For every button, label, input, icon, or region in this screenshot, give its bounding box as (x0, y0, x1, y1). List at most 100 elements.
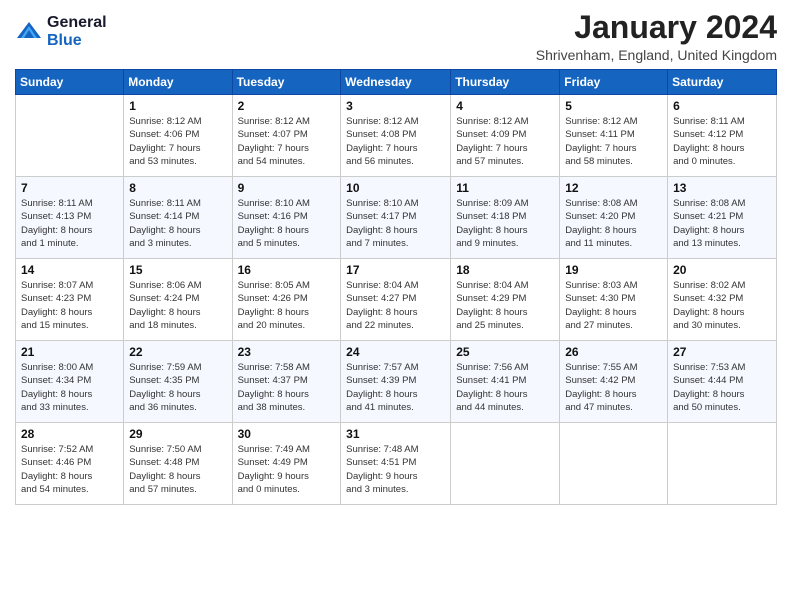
day-info: Sunrise: 8:12 AM Sunset: 4:07 PM Dayligh… (238, 115, 336, 168)
day-number: 8 (129, 181, 226, 195)
day-info: Sunrise: 7:55 AM Sunset: 4:42 PM Dayligh… (565, 361, 662, 414)
calendar-cell: 14Sunrise: 8:07 AM Sunset: 4:23 PM Dayli… (16, 259, 124, 341)
day-info: Sunrise: 8:11 AM Sunset: 4:13 PM Dayligh… (21, 197, 118, 250)
day-info: Sunrise: 7:52 AM Sunset: 4:46 PM Dayligh… (21, 443, 118, 496)
calendar-cell (560, 423, 668, 505)
day-number: 4 (456, 99, 554, 113)
day-number: 10 (346, 181, 445, 195)
day-number: 16 (238, 263, 336, 277)
day-number: 13 (673, 181, 771, 195)
day-number: 26 (565, 345, 662, 359)
day-info: Sunrise: 8:02 AM Sunset: 4:32 PM Dayligh… (673, 279, 771, 332)
page: General Blue January 2024 Shrivenham, En… (0, 0, 792, 612)
calendar-cell: 6 Sunrise: 8:11 AM Sunset: 4:12 PM Daylig… (668, 95, 777, 177)
day-info: Sunrise: 8:08 AM Sunset: 4:20 PM Dayligh… (565, 197, 662, 250)
day-info: Sunrise: 8:12 AM Sunset: 4:09 PM Dayligh… (456, 115, 554, 168)
month-title: January 2024 (536, 10, 777, 45)
day-info: Sunrise: 7:58 AM Sunset: 4:37 PM Dayligh… (238, 361, 336, 414)
day-header-friday: Friday (560, 70, 668, 95)
day-number: 24 (346, 345, 445, 359)
day-number: 21 (21, 345, 118, 359)
calendar-cell (668, 423, 777, 505)
day-info: Sunrise: 7:59 AM Sunset: 4:35 PM Dayligh… (129, 361, 226, 414)
calendar-cell: 15Sunrise: 8:06 AM Sunset: 4:24 PM Dayli… (124, 259, 232, 341)
day-info: Sunrise: 8:04 AM Sunset: 4:29 PM Dayligh… (456, 279, 554, 332)
day-number: 6 (673, 99, 771, 113)
calendar-week-row: 21Sunrise: 8:00 AM Sunset: 4:34 PM Dayli… (16, 341, 777, 423)
calendar-week-row: 1 Sunrise: 8:12 AM Sunset: 4:06 PM Daylig… (16, 95, 777, 177)
day-number: 2 (238, 99, 336, 113)
calendar-cell: 4 Sunrise: 8:12 AM Sunset: 4:09 PM Daylig… (451, 95, 560, 177)
day-number: 28 (21, 427, 118, 441)
calendar-cell: 11Sunrise: 8:09 AM Sunset: 4:18 PM Dayli… (451, 177, 560, 259)
calendar-cell: 7 Sunrise: 8:11 AM Sunset: 4:13 PM Daylig… (16, 177, 124, 259)
day-number: 27 (673, 345, 771, 359)
day-header-thursday: Thursday (451, 70, 560, 95)
calendar-cell: 26 Sunrise: 7:55 AM Sunset: 4:42 PM Dayli… (560, 341, 668, 423)
day-info: Sunrise: 7:48 AM Sunset: 4:51 PM Dayligh… (346, 443, 445, 496)
day-number: 1 (129, 99, 226, 113)
calendar-cell: 19Sunrise: 8:03 AM Sunset: 4:30 PM Dayli… (560, 259, 668, 341)
day-number: 25 (456, 345, 554, 359)
day-number: 17 (346, 263, 445, 277)
day-number: 12 (565, 181, 662, 195)
day-info: Sunrise: 8:12 AM Sunset: 4:11 PM Dayligh… (565, 115, 662, 168)
calendar-cell: 29 Sunrise: 7:50 AM Sunset: 4:48 PM Dayli… (124, 423, 232, 505)
day-info: Sunrise: 7:56 AM Sunset: 4:41 PM Dayligh… (456, 361, 554, 414)
day-info: Sunrise: 7:57 AM Sunset: 4:39 PM Dayligh… (346, 361, 445, 414)
calendar-cell (16, 95, 124, 177)
day-info: Sunrise: 8:05 AM Sunset: 4:26 PM Dayligh… (238, 279, 336, 332)
calendar-cell: 10 Sunrise: 8:10 AM Sunset: 4:17 PM Dayli… (341, 177, 451, 259)
calendar-table: SundayMondayTuesdayWednesdayThursdayFrid… (15, 69, 777, 505)
calendar-cell: 27 Sunrise: 7:53 AM Sunset: 4:44 PM Dayli… (668, 341, 777, 423)
day-info: Sunrise: 8:11 AM Sunset: 4:12 PM Dayligh… (673, 115, 771, 168)
calendar-cell: 5 Sunrise: 8:12 AM Sunset: 4:11 PM Daylig… (560, 95, 668, 177)
calendar-cell: 2 Sunrise: 8:12 AM Sunset: 4:07 PM Daylig… (232, 95, 341, 177)
day-number: 23 (238, 345, 336, 359)
calendar-cell: 22Sunrise: 7:59 AM Sunset: 4:35 PM Dayli… (124, 341, 232, 423)
day-number: 19 (565, 263, 662, 277)
calendar-cell: 21Sunrise: 8:00 AM Sunset: 4:34 PM Dayli… (16, 341, 124, 423)
calendar-cell: 12 Sunrise: 8:08 AM Sunset: 4:20 PM Dayli… (560, 177, 668, 259)
day-number: 3 (346, 99, 445, 113)
day-info: Sunrise: 8:10 AM Sunset: 4:16 PM Dayligh… (238, 197, 336, 250)
location: Shrivenham, England, United Kingdom (536, 47, 777, 63)
calendar-cell: 17 Sunrise: 8:04 AM Sunset: 4:27 PM Dayli… (341, 259, 451, 341)
day-info: Sunrise: 8:08 AM Sunset: 4:21 PM Dayligh… (673, 197, 771, 250)
calendar-cell: 16 Sunrise: 8:05 AM Sunset: 4:26 PM Dayli… (232, 259, 341, 341)
day-info: Sunrise: 8:10 AM Sunset: 4:17 PM Dayligh… (346, 197, 445, 250)
day-info: Sunrise: 7:53 AM Sunset: 4:44 PM Dayligh… (673, 361, 771, 414)
logo-icon (15, 18, 43, 46)
calendar-week-row: 14Sunrise: 8:07 AM Sunset: 4:23 PM Dayli… (16, 259, 777, 341)
calendar-cell: 3 Sunrise: 8:12 AM Sunset: 4:08 PM Daylig… (341, 95, 451, 177)
day-info: Sunrise: 8:11 AM Sunset: 4:14 PM Dayligh… (129, 197, 226, 250)
calendar-cell: 13 Sunrise: 8:08 AM Sunset: 4:21 PM Dayli… (668, 177, 777, 259)
day-header-monday: Monday (124, 70, 232, 95)
day-info: Sunrise: 7:50 AM Sunset: 4:48 PM Dayligh… (129, 443, 226, 496)
calendar-header-row: SundayMondayTuesdayWednesdayThursdayFrid… (16, 70, 777, 95)
day-info: Sunrise: 8:07 AM Sunset: 4:23 PM Dayligh… (21, 279, 118, 332)
day-header-tuesday: Tuesday (232, 70, 341, 95)
calendar-cell: 18Sunrise: 8:04 AM Sunset: 4:29 PM Dayli… (451, 259, 560, 341)
calendar-cell (451, 423, 560, 505)
day-header-saturday: Saturday (668, 70, 777, 95)
calendar-week-row: 7 Sunrise: 8:11 AM Sunset: 4:13 PM Daylig… (16, 177, 777, 259)
day-info: Sunrise: 8:06 AM Sunset: 4:24 PM Dayligh… (129, 279, 226, 332)
day-number: 20 (673, 263, 771, 277)
calendar-week-row: 28 Sunrise: 7:52 AM Sunset: 4:46 PM Dayli… (16, 423, 777, 505)
day-info: Sunrise: 8:09 AM Sunset: 4:18 PM Dayligh… (456, 197, 554, 250)
calendar-cell: 23 Sunrise: 7:58 AM Sunset: 4:37 PM Dayli… (232, 341, 341, 423)
day-number: 30 (238, 427, 336, 441)
day-number: 7 (21, 181, 118, 195)
day-info: Sunrise: 8:12 AM Sunset: 4:08 PM Dayligh… (346, 115, 445, 168)
day-info: Sunrise: 8:12 AM Sunset: 4:06 PM Dayligh… (129, 115, 226, 168)
day-number: 29 (129, 427, 226, 441)
logo: General Blue (15, 14, 107, 49)
day-number: 9 (238, 181, 336, 195)
day-info: Sunrise: 8:04 AM Sunset: 4:27 PM Dayligh… (346, 279, 445, 332)
calendar-cell: 25 Sunrise: 7:56 AM Sunset: 4:41 PM Dayli… (451, 341, 560, 423)
day-number: 5 (565, 99, 662, 113)
day-info: Sunrise: 7:49 AM Sunset: 4:49 PM Dayligh… (238, 443, 336, 496)
calendar-cell: 1 Sunrise: 8:12 AM Sunset: 4:06 PM Daylig… (124, 95, 232, 177)
calendar-cell: 8 Sunrise: 8:11 AM Sunset: 4:14 PM Daylig… (124, 177, 232, 259)
